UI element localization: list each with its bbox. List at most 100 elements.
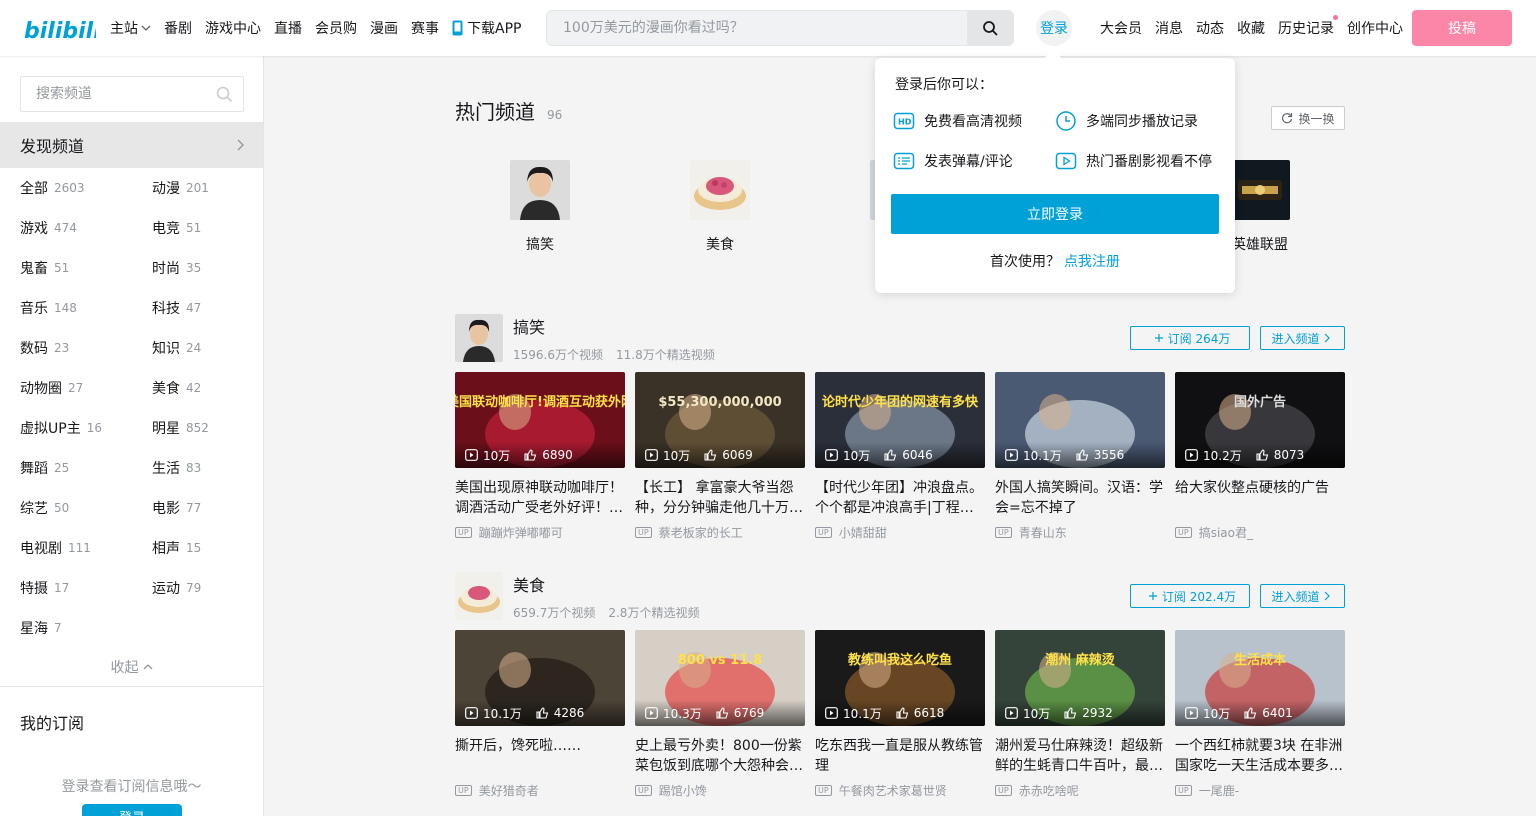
subscribe-button[interactable]: 订阅 202.4万 <box>1130 584 1250 608</box>
video-cover[interactable]: 原神美国联动咖啡厅!调酒互动获外网疯狂 10万 6890 <box>455 372 625 468</box>
uploader[interactable]: UP 午餐肉艺术家葛世贤 <box>815 782 985 799</box>
nav-mall[interactable]: 会员购 <box>315 18 357 38</box>
category-item[interactable]: 虚拟UP主 16 <box>20 408 102 448</box>
category-item[interactable]: 时尚 35 <box>152 248 201 288</box>
hot-channel-meishi[interactable]: 美食 <box>680 160 760 254</box>
category-item[interactable]: 科技 47 <box>152 288 201 328</box>
category-item[interactable]: 动漫 201 <box>152 168 209 208</box>
nav-download-app[interactable]: 下载APP <box>452 18 521 38</box>
nav-dynamics[interactable]: 动态 <box>1196 18 1224 38</box>
uploader[interactable]: UP 赤赤吃啥呢 <box>995 782 1165 799</box>
video-cover[interactable]: 论时代少年团的网速有多快 10万 6046 <box>815 372 985 468</box>
nav-favorites[interactable]: 收藏 <box>1237 18 1265 38</box>
uploader[interactable]: UP 踢馆小馋 <box>635 782 805 799</box>
channel-search-input[interactable] <box>21 78 215 110</box>
video-cover[interactable]: 潮州 麻辣烫 10万 2932 <box>995 630 1165 726</box>
uploader[interactable]: UP 美好猎奇者 <box>455 782 625 799</box>
category-item[interactable]: 电影 77 <box>152 488 201 528</box>
search-button[interactable] <box>967 11 1013 45</box>
login-avatar[interactable]: 登录 <box>1036 10 1072 46</box>
category-item[interactable]: 数码 23 <box>20 328 69 368</box>
category-item[interactable]: 综艺 50 <box>20 488 69 528</box>
nav-creator-center[interactable]: 创作中心 <box>1347 18 1403 38</box>
video-title[interactable]: 【长工】 拿富豪大爷当怨种，分分钟骗走他几十万… <box>635 478 805 518</box>
uploader[interactable]: UP 蹦蹦炸弹嘟嘟可 <box>455 524 625 541</box>
uploader[interactable]: UP 搞siao君_ <box>1175 524 1345 541</box>
category-item[interactable]: 特摄 17 <box>20 568 69 608</box>
category-item[interactable]: 明星 852 <box>152 408 209 448</box>
bilibili-logo[interactable]: bilibili <box>24 10 96 46</box>
collapse-button[interactable]: 收起 <box>0 656 263 678</box>
register-link[interactable]: 点我注册 <box>1064 254 1120 270</box>
search-icon[interactable] <box>215 85 233 103</box>
video-cover[interactable]: 800 vs 11.8 10.3万 6769 <box>635 630 805 726</box>
video-card[interactable]: 10.1万 3556 外国人搞笑瞬间。汉语：学会=忘不掉了 UP 青春山东 <box>995 372 1165 541</box>
category-item[interactable]: 音乐 148 <box>20 288 77 328</box>
nav-game-center[interactable]: 游戏中心 <box>205 18 261 38</box>
upload-button[interactable]: 投稿 <box>1412 10 1512 46</box>
sidebar-login-button[interactable]: 登录 <box>82 804 182 816</box>
video-card[interactable]: 国外广告 10.2万 8073 给大家伙整点硬核的广告 UP 搞siao君_ <box>1175 372 1345 541</box>
video-card[interactable]: 10.1万 4286 撕开后，馋死啦…… UP 美好猎奇者 <box>455 630 625 799</box>
video-card[interactable]: $55,300,000,000 10万 6069 【长工】 拿富豪大爷当怨种，分分钟骗… <box>635 372 805 541</box>
uploader[interactable]: UP 蔡老板家的长工 <box>635 524 805 541</box>
category-item[interactable]: 动物圈 27 <box>20 368 83 408</box>
uploader[interactable]: UP 小婧甜甜 <box>815 524 985 541</box>
nav-manga[interactable]: 漫画 <box>370 18 398 38</box>
uploader[interactable]: UP 青春山东 <box>995 524 1165 541</box>
video-title[interactable]: 史上最亏外卖！800一份紫菜包饭到底哪个大怨种会… <box>635 736 805 776</box>
video-title[interactable]: 潮州爱马仕麻辣烫！超级新鲜的生蚝青口牛百叶，最… <box>995 736 1165 776</box>
video-cover[interactable]: 生活成本 10万 6401 <box>1175 630 1345 726</box>
video-title[interactable]: 给大家伙整点硬核的广告 <box>1175 478 1345 518</box>
category-item[interactable]: 星海 7 <box>20 608 62 648</box>
category-item[interactable]: 生活 83 <box>152 448 201 488</box>
uploader[interactable]: UP 一尾鹿- <box>1175 782 1345 799</box>
nav-vip[interactable]: 大会员 <box>1100 18 1142 38</box>
category-item[interactable]: 电竞 51 <box>152 208 201 248</box>
search-input[interactable] <box>547 11 967 45</box>
nav-messages[interactable]: 消息 <box>1155 18 1183 38</box>
category-item[interactable]: 美食 42 <box>152 368 201 408</box>
video-cover[interactable]: 教练叫我这么吃鱼 10.1万 6618 <box>815 630 985 726</box>
nav-history[interactable]: 历史记录 <box>1278 15 1338 38</box>
video-card[interactable]: 潮州 麻辣烫 10万 2932 潮州爱马仕麻辣烫！超级新鲜的生蚝青口牛百叶，最… UP 赤… <box>995 630 1165 799</box>
category-item[interactable]: 相声 15 <box>152 528 201 568</box>
refresh-button[interactable]: 换一换 <box>1271 106 1345 130</box>
video-cover[interactable]: 10.1万 4286 <box>455 630 625 726</box>
video-title[interactable]: 【时代少年团】冲浪盘点。个个都是冲浪高手|丁程… <box>815 478 985 518</box>
hot-channel-gaoxiao[interactable]: 搞笑 <box>500 160 580 254</box>
nav-bangumi[interactable]: 番剧 <box>164 18 192 38</box>
nav-match[interactable]: 赛事 <box>411 18 439 38</box>
video-card[interactable]: 800 vs 11.8 10.3万 6769 史上最亏外卖！800一份紫菜包饭到底哪个… <box>635 630 805 799</box>
category-item[interactable]: 游戏 474 <box>20 208 77 248</box>
category-item[interactable]: 知识 24 <box>152 328 201 368</box>
enter-channel-button[interactable]: 进入频道 <box>1260 326 1345 350</box>
category-item[interactable]: 舞蹈 25 <box>20 448 69 488</box>
video-card[interactable]: 教练叫我这么吃鱼 10.1万 6618 吃东西我一直是服从教练管理 UP 午餐肉艺术家葛世… <box>815 630 985 799</box>
category-item[interactable]: 鬼畜 51 <box>20 248 69 288</box>
section-title[interactable]: 美食 <box>513 572 545 596</box>
section-avatar[interactable] <box>455 572 503 620</box>
video-title[interactable]: 撕开后，馋死啦…… <box>455 736 625 776</box>
nav-main-site[interactable]: 主站 <box>110 18 151 38</box>
discover-channels[interactable]: 发现频道 <box>0 122 263 168</box>
video-cover[interactable]: 10.1万 3556 <box>995 372 1165 468</box>
video-title[interactable]: 外国人搞笑瞬间。汉语：学会=忘不掉了 <box>995 478 1165 518</box>
video-title[interactable]: 一个西红柿就要3块 在非洲国家吃一天生活成本要多… <box>1175 736 1345 776</box>
category-item[interactable]: 电视剧 111 <box>20 528 91 568</box>
video-cover[interactable]: $55,300,000,000 10万 6069 <box>635 372 805 468</box>
section-avatar[interactable] <box>455 314 503 362</box>
video-cover[interactable]: 国外广告 10.2万 8073 <box>1175 372 1345 468</box>
video-title[interactable]: 吃东西我一直是服从教练管理 <box>815 736 985 776</box>
video-title[interactable]: 美国出现原神联动咖啡厅！调酒活动广受老外好评！… <box>455 478 625 518</box>
category-item[interactable]: 运动 79 <box>152 568 201 608</box>
subscribe-button[interactable]: 订阅 264万 <box>1130 326 1250 350</box>
section-title[interactable]: 搞笑 <box>513 314 545 338</box>
enter-channel-button[interactable]: 进入频道 <box>1260 584 1345 608</box>
video-card[interactable]: 生活成本 10万 6401 一个西红柿就要3块 在非洲国家吃一天生活成本要多… UP 一尾… <box>1175 630 1345 799</box>
category-item[interactable]: 全部 2603 <box>20 168 85 208</box>
nav-live[interactable]: 直播 <box>274 18 302 38</box>
video-card[interactable]: 原神美国联动咖啡厅!调酒互动获外网疯狂 10万 6890 美国出现原神联动咖啡厅！调酒… <box>455 372 625 541</box>
video-card[interactable]: 论时代少年团的网速有多快 10万 6046 【时代少年团】冲浪盘点。个个都是冲浪高手|… <box>815 372 985 541</box>
login-now-button[interactable]: 立即登录 <box>891 194 1219 234</box>
